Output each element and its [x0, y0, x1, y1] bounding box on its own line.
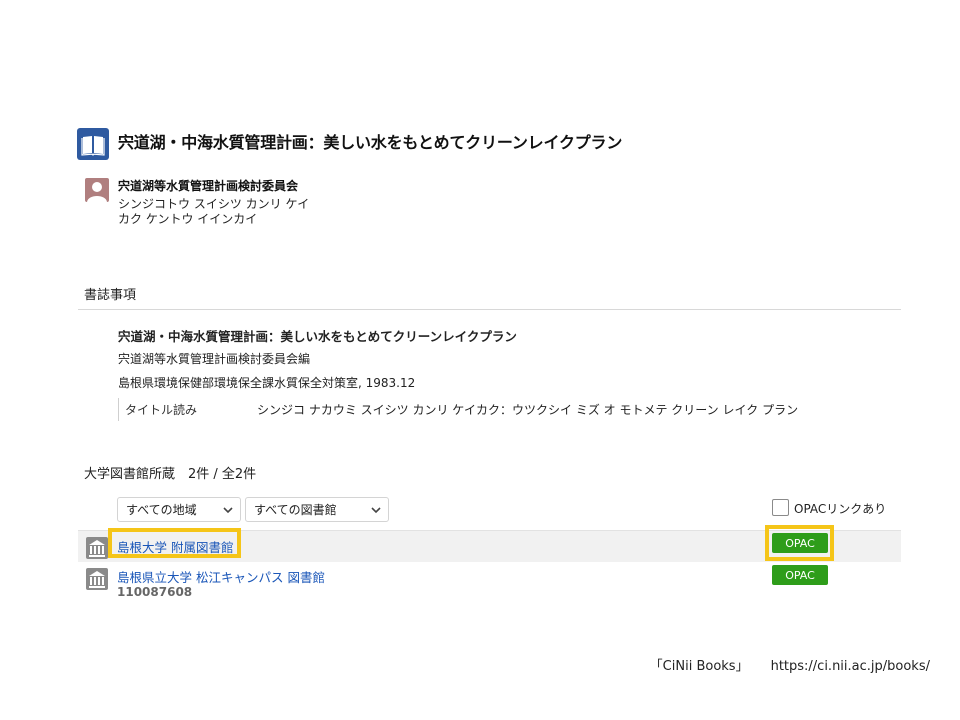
divider [78, 309, 901, 310]
bib-title: 宍道湖・中海水質管理計画：美しい水をもとめてクリーンレイクプラン [118, 329, 517, 344]
source-caption: 「CiNii Books」 https://ci.nii.ac.jp/books/ [650, 655, 930, 674]
library-icon [86, 537, 108, 559]
source-url: https://ci.nii.ac.jp/books/ [770, 659, 930, 674]
library-link[interactable]: 島根県立大学 松江キャンパス 図書館 [117, 567, 325, 586]
person-icon [85, 178, 109, 202]
title-reading-value: シンジコ ナカウミ スイシツ カンリ ケイカク：ウツクシイ ミズ オ モトメテ … [257, 403, 799, 417]
region-select[interactable]: すべての地域 [117, 497, 241, 522]
bib-publisher: 島根県環境保健部環境保全課水質保全対策室, 1983.12 [118, 376, 416, 390]
opac-link-checkbox[interactable] [772, 499, 789, 516]
bibliography-section-title: 書誌事項 [84, 288, 137, 303]
library-select[interactable]: すべての図書館 [245, 497, 389, 522]
page-title: 宍道湖・中海水質管理計画：美しい水をもとめてクリーンレイクプラン [118, 133, 623, 152]
chevron-down-icon [371, 507, 381, 514]
library-icon [86, 568, 108, 590]
opac-link-checkbox-label: OPACリンクあり [794, 502, 887, 516]
highlight-box [108, 528, 241, 558]
author-kana: シンジコトウ スイシツ カンリ ケイカク ケントウ イインカイ [118, 197, 310, 226]
highlight-box [765, 525, 834, 561]
holdings-header: 大学図書館所蔵 2件 / 全2件 [84, 467, 257, 482]
library-id: 110087608 [117, 585, 193, 599]
author-block: 宍道湖等水質管理計画検討委員会 シンジコトウ スイシツ カンリ ケイカク ケント… [118, 179, 313, 227]
opac-button[interactable]: OPAC [772, 565, 828, 585]
title-reading-label: タイトル読み [125, 403, 198, 417]
source-name: 「CiNii Books」 [649, 659, 749, 674]
library-select-value: すべての図書館 [254, 503, 337, 517]
bib-responsibility: 宍道湖等水質管理計画検討委員会編 [118, 352, 311, 366]
book-icon [77, 128, 109, 160]
region-select-value: すべての地域 [126, 503, 197, 517]
title-reading-row: タイトル読み シンジコ ナカウミ スイシツ カンリ ケイカク：ウツクシイ ミズ … [118, 398, 798, 421]
author-name[interactable]: 宍道湖等水質管理計画検討委員会 [118, 179, 313, 194]
chevron-down-icon [223, 507, 233, 514]
